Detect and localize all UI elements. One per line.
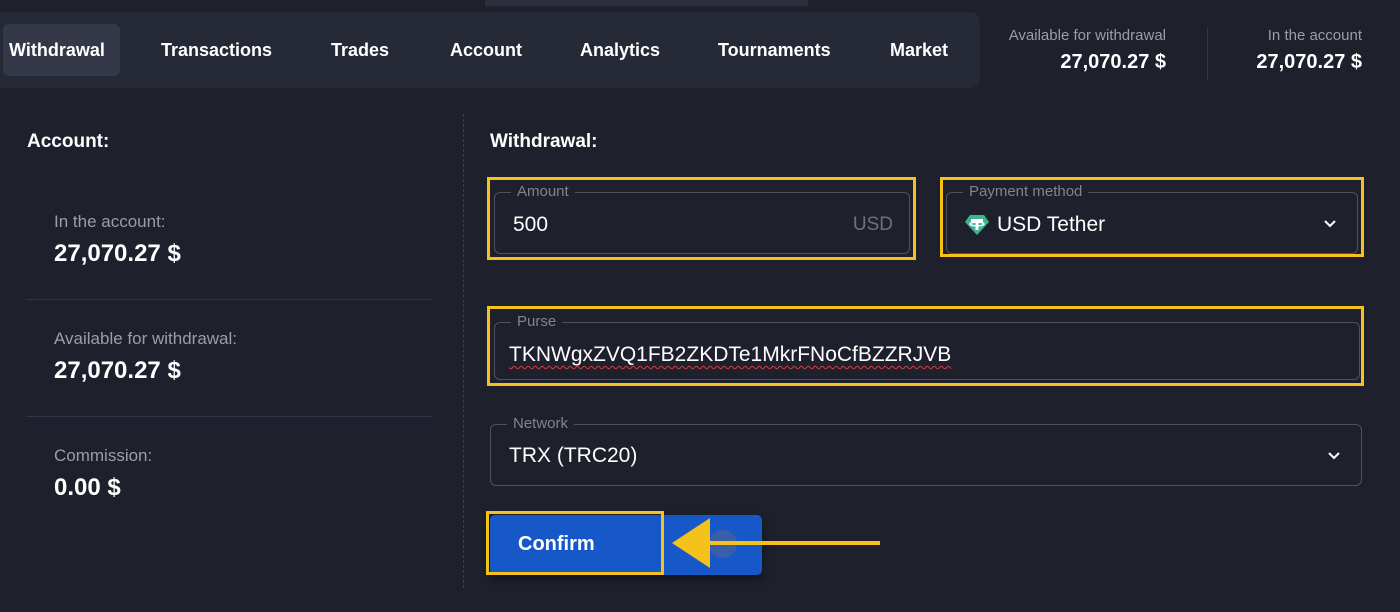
chevron-down-icon[interactable] [1327, 449, 1341, 463]
tab-account[interactable]: Account [450, 24, 522, 76]
panel-divider [463, 114, 464, 588]
commission-label: Commission: [54, 446, 153, 465]
header-account-balance: In the account 27,070.27 $ [1256, 27, 1362, 74]
network-label: Network [507, 415, 575, 432]
tab-tournaments[interactable]: Tournaments [718, 24, 831, 76]
network-select[interactable]: Network TRX (TRC20) [490, 415, 1362, 486]
tab-transactions[interactable]: Transactions [161, 24, 272, 76]
header-account-value: 27,070.27 $ [1256, 51, 1362, 73]
tether-icon [965, 215, 989, 235]
tab-trades[interactable]: Trades [331, 24, 389, 76]
pointer-arrow-icon [672, 518, 880, 568]
purse-field[interactable]: Purse TKNWgxZVQ1FB2ZKDTe1MkrFNoCfBZZRJVB [494, 313, 1360, 380]
top-strip [485, 0, 808, 6]
tab-withdrawal[interactable]: Withdrawal [3, 24, 120, 76]
amount-currency: USD [852, 214, 893, 235]
tab-market[interactable]: Market [890, 24, 948, 76]
in-account-value: 27,070.27 $ [54, 240, 181, 267]
account-title: Account: [27, 131, 110, 152]
amount-field[interactable]: Amount 500 USD [494, 183, 910, 254]
payment-method-select[interactable]: Payment method USD Tether [946, 183, 1358, 254]
divider [27, 416, 433, 417]
commission-value: 0.00 $ [54, 474, 121, 501]
available-value: 27,070.27 $ [54, 357, 181, 384]
amount-label: Amount [511, 183, 575, 200]
header-account-label: In the account [1267, 27, 1362, 44]
chevron-down-icon[interactable] [1323, 217, 1337, 231]
commission-stat: Commission: 0.00 $ [54, 446, 152, 502]
available-label: Available for withdrawal: [54, 329, 237, 348]
header-available-balance: Available for withdrawal 27,070.27 $ [1009, 27, 1166, 74]
payment-method-label: Payment method [963, 183, 1089, 200]
nav-bar: Withdrawal Transactions Trades Account A… [0, 12, 980, 88]
payment-method-value: USD Tether [997, 213, 1106, 236]
network-value: TRX (TRC20) [509, 444, 638, 467]
purse-input[interactable]: TKNWgxZVQ1FB2ZKDTe1MkrFNoCfBZZRJVB [509, 343, 951, 367]
available-stat: Available for withdrawal: 27,070.27 $ [54, 329, 237, 385]
withdrawal-title: Withdrawal: [490, 131, 598, 152]
header-available-value: 27,070.27 $ [1060, 51, 1166, 73]
balance-divider [1207, 28, 1208, 80]
purse-label: Purse [511, 313, 563, 330]
in-account-label: In the account: [54, 212, 166, 231]
in-account-stat: In the account: 27,070.27 $ [54, 212, 181, 268]
header-available-label: Available for withdrawal [1008, 27, 1166, 44]
divider [27, 299, 433, 300]
tab-analytics[interactable]: Analytics [580, 24, 660, 76]
amount-input[interactable]: 500 [513, 213, 548, 237]
confirm-label: Confirm [518, 533, 595, 555]
